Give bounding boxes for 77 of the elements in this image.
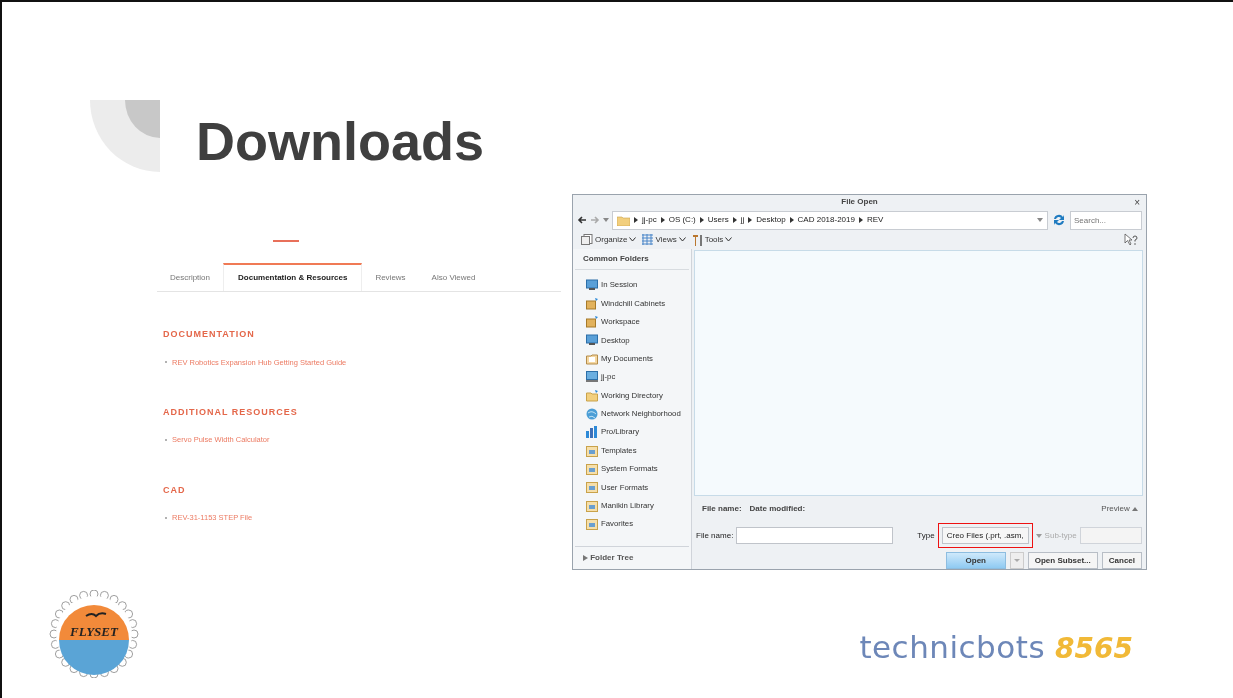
field-label: Sub-type <box>1044 529 1077 542</box>
dialog-button[interactable]: Open Subset... <box>1027 552 1098 569</box>
documents-icon <box>586 352 598 365</box>
breadcrumb-item[interactable]: REV <box>866 214 884 227</box>
tab[interactable]: Description <box>157 263 223 291</box>
logo-wordmark: technicbots <box>859 627 1046 667</box>
section-heading: CAD <box>163 483 187 497</box>
folder-icon <box>586 481 598 494</box>
computer-icon <box>586 371 598 384</box>
dialog-title: File Open <box>841 196 878 209</box>
gear-sun-logo: FLYSET <box>48 590 140 678</box>
breadcrumb-item[interactable]: jj-pc <box>642 214 657 227</box>
cabinet-icon <box>586 315 598 328</box>
pages-icon <box>581 234 593 246</box>
bookshelf-icon <box>586 426 598 439</box>
folder-icon <box>586 389 598 402</box>
help-cursor-icon[interactable] <box>1124 233 1138 247</box>
dropdown-icon[interactable] <box>1035 532 1042 539</box>
chevron-icon <box>1132 506 1138 511</box>
folder-icon <box>586 463 598 476</box>
slide-title: Downloads <box>196 114 484 168</box>
dropdown-icon[interactable] <box>1009 552 1024 569</box>
separator-icon <box>634 217 638 224</box>
detail-label: File name: <box>702 503 742 515</box>
dropdown-icon[interactable] <box>1037 217 1043 224</box>
tab[interactable]: Documentation & Resources <box>223 263 363 291</box>
separator-icon <box>660 217 665 224</box>
monitor-icon <box>586 279 598 292</box>
breadcrumb-item[interactable]: jj <box>740 214 745 227</box>
back-icon[interactable] <box>577 215 587 226</box>
toolbar-button[interactable]: Tools <box>691 233 733 246</box>
toolbar-button[interactable]: Organize <box>581 233 637 246</box>
close-button[interactable]: × <box>1134 196 1140 210</box>
sidebar-heading: Common Folders <box>575 249 689 270</box>
dialog-button[interactable]: Open <box>945 552 1006 569</box>
file-name-field[interactable] <box>736 527 894 544</box>
chevron-icon <box>678 237 686 243</box>
type-dropdown[interactable]: Creo Files (.prt, .asm, <box>941 527 1029 544</box>
subtype-dropdown[interactable] <box>1079 527 1142 544</box>
search-field[interactable]: Search... <box>1070 210 1142 230</box>
breadcrumb-item[interactable]: CAD 2018-2019 <box>797 214 855 227</box>
field-label: File name: <box>696 529 734 542</box>
section-heading: ADDITIONAL RESOURCES <box>163 405 299 419</box>
separator-icon <box>789 217 794 224</box>
chevron-icon <box>629 237 637 243</box>
dropdown-icon[interactable] <box>603 217 609 224</box>
folder-icon <box>586 499 598 512</box>
dialog-button[interactable]: Cancel <box>1101 552 1142 569</box>
detail-label: Date modified: <box>749 503 806 515</box>
cabinet-icon <box>586 297 598 310</box>
tab[interactable]: Reviews <box>362 263 419 291</box>
toolbar-button[interactable]: Views <box>642 233 686 246</box>
logo-number: 8565 <box>1055 630 1133 667</box>
tools-icon <box>691 233 703 246</box>
folder-icon <box>586 444 598 457</box>
arc-decoration <box>90 100 160 172</box>
tab[interactable]: Also Viewed <box>418 263 489 291</box>
separator-icon <box>748 217 753 224</box>
folder-icon <box>617 214 630 226</box>
folder-icon <box>586 518 598 531</box>
accent-line <box>273 240 299 242</box>
expand-icon <box>583 554 588 561</box>
separator-icon <box>858 217 863 224</box>
breadcrumb-item[interactable]: Desktop <box>756 214 786 227</box>
preview-toggle[interactable]: Preview <box>1101 503 1138 515</box>
separator-icon <box>699 217 704 224</box>
breadcrumb-item[interactable]: Users <box>707 214 729 227</box>
breadcrumb-item[interactable]: OS (C:) <box>668 214 696 227</box>
folder-tree-toggle[interactable]: Folder Tree <box>575 546 689 569</box>
address-bar[interactable]: jj-pc OS (C:) Users jj Desktop CAD 2018-2019 REV <box>612 210 1048 230</box>
field-label: Type <box>917 529 935 542</box>
chevron-icon <box>725 237 733 243</box>
separator-icon <box>732 217 737 224</box>
monitor-icon <box>586 334 598 347</box>
section-heading: DOCUMENTATION <box>163 328 256 341</box>
globe-icon <box>586 407 598 420</box>
grid-icon <box>642 234 654 246</box>
